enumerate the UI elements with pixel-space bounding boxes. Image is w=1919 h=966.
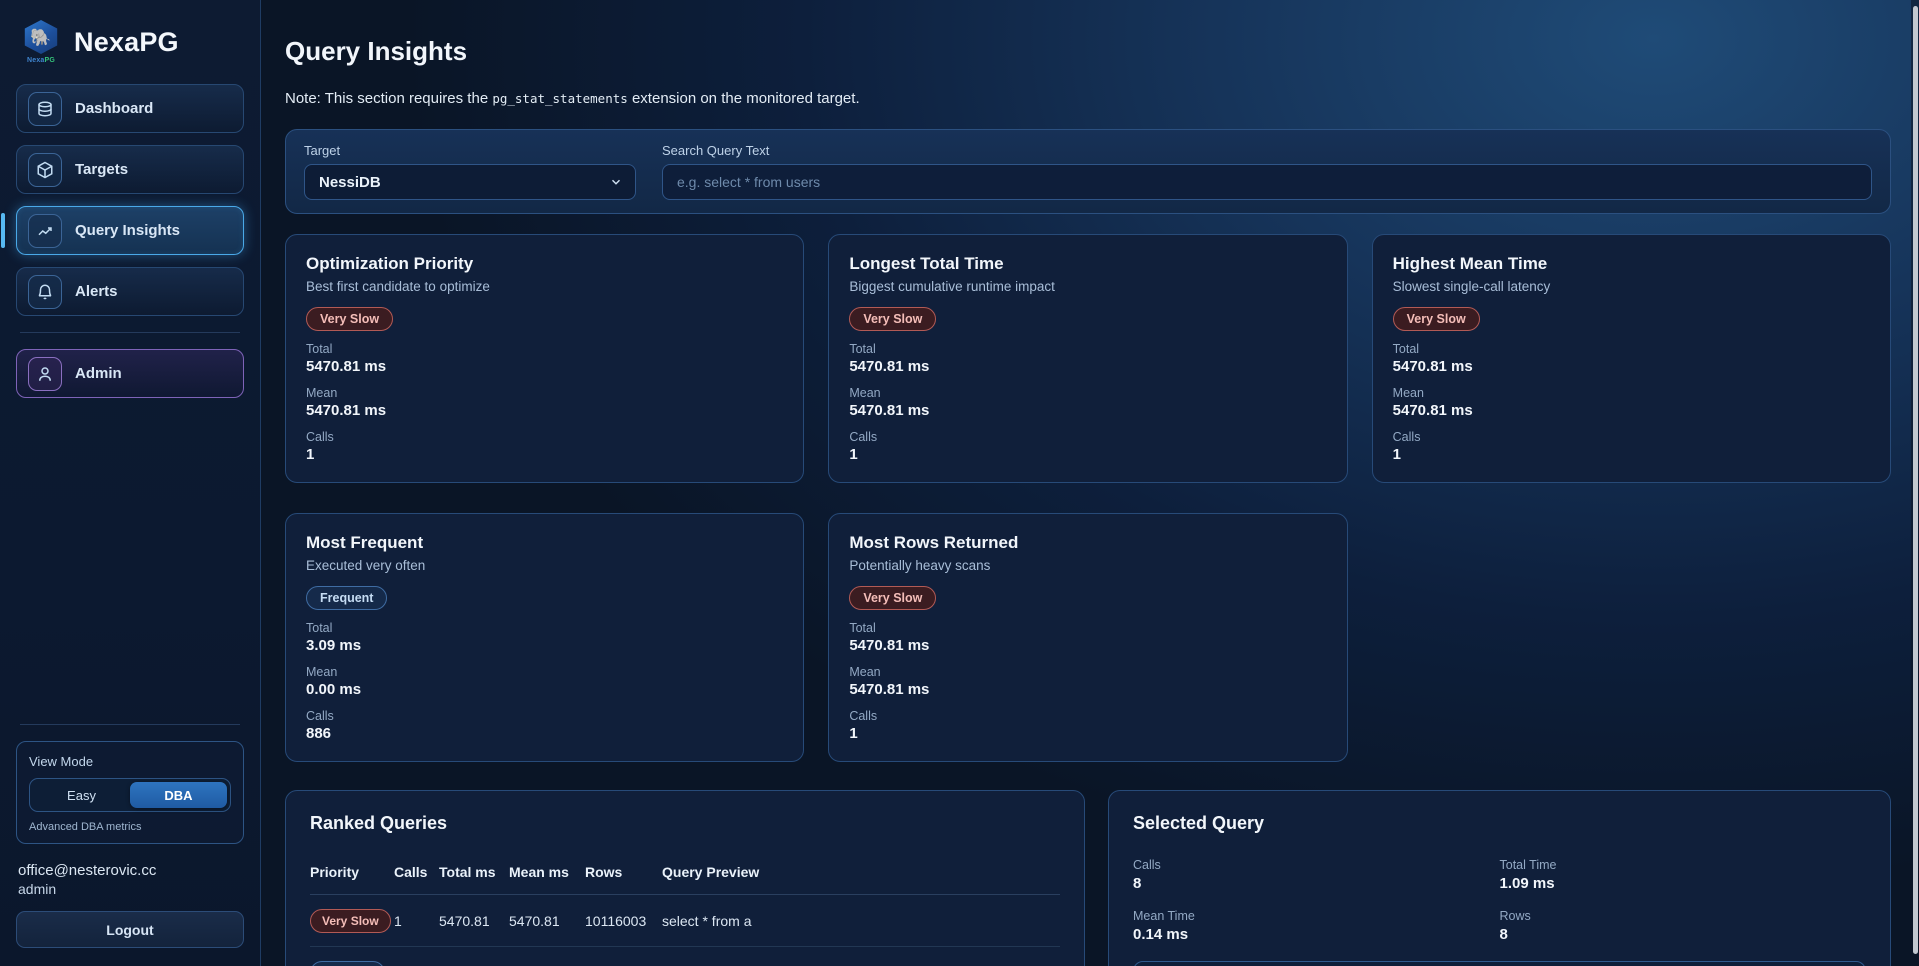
search-label: Search Query Text <box>662 143 1872 158</box>
status-badge: Very Slow <box>306 307 393 331</box>
view-mode-box: View Mode Easy DBA Advanced DBA metrics <box>16 741 244 844</box>
card-title: Highest Mean Time <box>1393 254 1870 274</box>
logout-button[interactable]: Logout <box>16 911 244 948</box>
status-badge: Very Slow <box>849 586 936 610</box>
sidebar-item-alerts[interactable]: Alerts <box>16 267 244 316</box>
target-select-value: NessiDB <box>319 174 381 191</box>
card-title: Optimization Priority <box>306 254 783 274</box>
table-row[interactable]: Very Slow 1 5470.81 5470.81 10116003 sel… <box>310 895 1060 947</box>
ranked-queries-panel: Ranked Queries Priority Calls Total ms M… <box>285 790 1085 966</box>
card-title: Most Rows Returned <box>849 533 1326 553</box>
bell-icon <box>28 275 62 309</box>
selected-query-title: Selected Query <box>1133 813 1866 834</box>
card-subtitle: Best first candidate to optimize <box>306 279 783 294</box>
table-row[interactable]: Frequent 879 160.97 0.18 17580 SELECT qu… <box>310 947 1060 966</box>
search-query-input[interactable] <box>662 164 1872 200</box>
sql-preview-box: SELECT count(*) <box>1133 961 1866 966</box>
target-label: Target <box>304 143 636 158</box>
chevron-down-icon <box>609 175 623 189</box>
card-most-frequent: Most Frequent Executed very often Freque… <box>285 513 804 762</box>
selected-query-panel: Selected Query Calls 8 Total Time 1.09 m… <box>1108 790 1891 966</box>
status-badge: Very Slow <box>849 307 936 331</box>
card-title: Longest Total Time <box>849 254 1326 274</box>
card-title: Most Frequent <box>306 533 783 553</box>
selected-query-metrics: Calls 8 Total Time 1.09 ms Mean Time 0.1… <box>1133 858 1866 943</box>
priority-badge: Frequent <box>310 961 385 966</box>
user-email: office@nesterovic.cc <box>16 860 244 879</box>
sidebar-divider <box>20 724 240 725</box>
card-subtitle: Executed very often <box>306 558 783 573</box>
ranked-queries-title: Ranked Queries <box>310 813 1060 834</box>
sidebar-divider <box>20 332 240 333</box>
sidebar-item-query-insights[interactable]: Query Insights <box>16 206 244 255</box>
sidebar-item-dashboard[interactable]: Dashboard <box>16 84 244 133</box>
brand: 🐘 NexaPG NexaPG <box>16 18 244 84</box>
brand-name: NexaPG <box>74 27 179 58</box>
priority-badge: Very Slow <box>310 909 391 933</box>
view-mode-option-easy[interactable]: Easy <box>33 782 130 808</box>
view-mode-label: View Mode <box>29 754 231 769</box>
sidebar-item-admin[interactable]: Admin <box>16 349 244 398</box>
status-badge: Frequent <box>306 586 387 610</box>
card-most-rows-returned: Most Rows Returned Potentially heavy sca… <box>828 513 1347 762</box>
chart-line-icon <box>28 214 62 248</box>
view-mode-option-dba[interactable]: DBA <box>130 782 227 808</box>
card-subtitle: Slowest single-call latency <box>1393 279 1870 294</box>
user-role: admin <box>16 879 244 911</box>
page-scrollbar <box>1911 0 1919 966</box>
database-icon <box>28 92 62 126</box>
filter-bar: Target NessiDB Search Query Text <box>285 129 1891 214</box>
table-header-row: Priority Calls Total ms Mean ms Rows Que… <box>310 858 1060 895</box>
stat-cards-grid: Optimization Priority Best first candida… <box>285 234 1891 762</box>
main-content: Query Insights Note: This section requir… <box>261 0 1919 966</box>
page-note: Note: This section requires the pg_stat_… <box>285 90 1891 107</box>
card-subtitle: Potentially heavy scans <box>849 558 1326 573</box>
status-badge: Very Slow <box>1393 307 1480 331</box>
view-mode-caption: Advanced DBA metrics <box>29 821 231 833</box>
card-subtitle: Biggest cumulative runtime impact <box>849 279 1326 294</box>
ranked-queries-table: Priority Calls Total ms Mean ms Rows Que… <box>310 858 1060 966</box>
inline-code: pg_stat_statements <box>492 91 627 106</box>
sidebar: 🐘 NexaPG NexaPG Dashboard Targets Query … <box>0 0 261 966</box>
target-select[interactable]: NessiDB <box>304 164 636 200</box>
sidebar-item-targets[interactable]: Targets <box>16 145 244 194</box>
nexapg-logo-icon: 🐘 NexaPG <box>20 20 62 64</box>
target-field: Target NessiDB <box>304 143 636 200</box>
search-field-wrap: Search Query Text <box>662 143 1872 200</box>
card-optimization-priority: Optimization Priority Best first candida… <box>285 234 804 483</box>
view-mode-toggle: Easy DBA <box>29 778 231 812</box>
card-longest-total-time: Longest Total Time Biggest cumulative ru… <box>828 234 1347 483</box>
user-icon <box>28 357 62 391</box>
card-highest-mean-time: Highest Mean Time Slowest single-call la… <box>1372 234 1891 483</box>
page-title: Query Insights <box>285 36 1891 67</box>
cube-icon <box>28 153 62 187</box>
scrollbar-thumb[interactable] <box>1913 6 1918 954</box>
